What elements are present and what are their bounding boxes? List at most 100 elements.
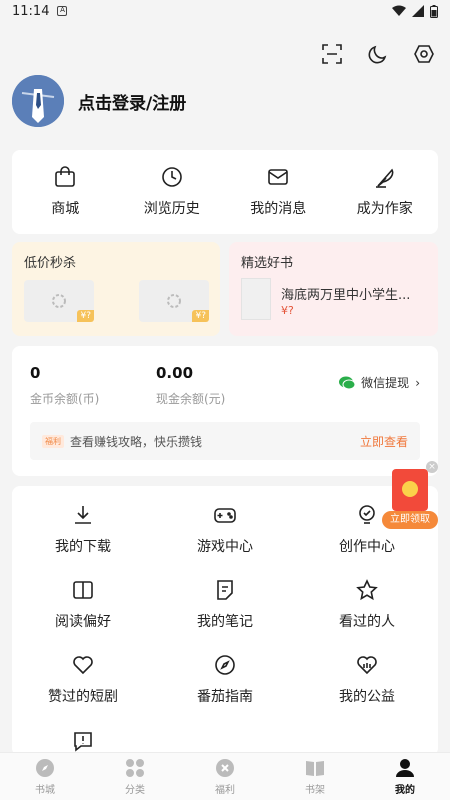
compass-icon: [215, 655, 235, 675]
quick-item-become-writer[interactable]: 成为作家: [332, 150, 439, 234]
tab-bookstore[interactable]: 书城: [0, 753, 90, 800]
night-mode-icon[interactable]: [366, 42, 390, 66]
claim-now-button[interactable]: 立即领取: [382, 511, 438, 529]
view-now-link[interactable]: 立即查看: [360, 433, 408, 450]
red-packet-float[interactable]: 立即领取 ×: [382, 461, 438, 531]
close-icon[interactable]: ×: [426, 461, 438, 473]
tab-label: 书城: [35, 784, 55, 796]
quick-item-label: 浏览历史: [143, 201, 200, 217]
grid-item-label: 番茄指南: [197, 689, 253, 705]
selected-books-title: 精选好书: [241, 256, 294, 271]
grid-item-label: 我的笔记: [197, 614, 253, 630]
login-link[interactable]: 点击登录/注册: [78, 89, 186, 114]
charity-icon: [357, 656, 377, 675]
flash-sale-title: 低价秒杀: [24, 256, 77, 271]
coin-balance-label: 金币余额(币): [30, 392, 100, 406]
feather-icon: [375, 168, 394, 188]
grid-item-feedback[interactable]: [12, 730, 154, 752]
heart-icon: [73, 656, 93, 675]
flash-item-thumb[interactable]: ¥?: [24, 280, 94, 322]
settings-icon[interactable]: [412, 42, 436, 66]
wechat-icon: [339, 376, 356, 389]
gamepad-icon: [214, 508, 236, 523]
note-icon: [217, 580, 233, 600]
flash-sale-card[interactable]: 低价秒杀 ¥? ¥?: [12, 242, 220, 336]
feedback-icon: [74, 732, 92, 752]
selected-books-card[interactable]: 精选好书 海底两万里中小学生... ¥?: [229, 242, 438, 336]
compass-tab-icon: [36, 758, 54, 777]
status-bar: 11:14 A: [0, 0, 450, 22]
book-price: ¥?: [281, 304, 294, 317]
bag-icon: [55, 166, 76, 187]
flash-item-price: ¥?: [192, 310, 209, 322]
tab-label: 书架: [305, 784, 325, 796]
book-cover[interactable]: [241, 278, 271, 320]
wifi-icon: [392, 5, 406, 16]
grid-item-label: 我的公益: [339, 689, 395, 705]
profile-header[interactable]: 点击登录/注册: [12, 75, 186, 127]
tab-label: 分类: [125, 784, 145, 796]
wechat-withdraw-button[interactable]: 微信提现 ›: [339, 374, 420, 391]
cash-balance-label: 现金余额(元): [156, 392, 226, 406]
grid-item-label: 创作中心: [339, 539, 395, 555]
grid-item-label: 赞过的短剧: [48, 689, 118, 705]
tab-bookshelf[interactable]: 书架: [270, 753, 360, 800]
star-icon: [356, 579, 378, 601]
mail-icon: [268, 169, 289, 185]
tab-mine[interactable]: 我的: [360, 753, 450, 800]
gift-tab-icon: [216, 758, 234, 777]
book-open-icon: [73, 581, 93, 599]
quick-item-label: 成为作家: [356, 201, 413, 217]
welfare-badge: 福利: [42, 434, 64, 448]
loading-icon: [167, 294, 181, 308]
scan-icon[interactable]: [320, 42, 344, 66]
bottom-tab-bar: 书城 分类 福利 书架 我的: [0, 752, 450, 800]
grid-item-viewed-people[interactable]: 看过的人: [296, 579, 438, 631]
grid-item-my-charity[interactable]: 我的公益: [296, 654, 438, 706]
quick-item-history[interactable]: 浏览历史: [119, 150, 226, 234]
grid-item-label: 我的下载: [55, 539, 111, 555]
grid-item-label: 阅读偏好: [55, 614, 111, 630]
battery-icon: [430, 4, 438, 18]
feature-grid: 我的下载 游戏中心 创作中心 阅读偏好 我的笔记 看过的人 赞过的短剧 番茄指南…: [12, 486, 438, 756]
download-icon: [75, 506, 91, 524]
signal-icon: [412, 5, 424, 17]
flash-item-price: ¥?: [77, 310, 94, 322]
flash-item-thumb[interactable]: ¥?: [139, 280, 209, 322]
bookshelf-tab-icon: [306, 760, 324, 776]
grid-item-liked-dramas[interactable]: 赞过的短剧: [12, 654, 154, 706]
quick-item-mall[interactable]: 商城: [12, 150, 119, 234]
book-title[interactable]: 海底两万里中小学生...: [281, 284, 431, 303]
chevron-right-icon: ›: [415, 375, 420, 390]
tab-welfare[interactable]: 福利: [180, 753, 270, 800]
avatar[interactable]: [12, 75, 64, 127]
notification-icon: A: [57, 6, 68, 16]
tab-category[interactable]: 分类: [90, 753, 180, 800]
grid-tab-icon: [126, 758, 144, 777]
coin-icon: [402, 481, 418, 497]
person-tab-icon: [396, 758, 414, 777]
grid-item-reading-preference[interactable]: 阅读偏好: [12, 579, 154, 631]
quick-item-label: 商城: [51, 201, 80, 217]
grid-item-my-notes[interactable]: 我的笔记: [154, 579, 296, 631]
quick-actions: 商城 浏览历史 我的消息 成为作家: [12, 150, 438, 234]
quick-item-label: 我的消息: [250, 201, 307, 217]
status-time: 11:14: [12, 3, 50, 19]
cash-balance: 0.00: [156, 364, 194, 382]
loading-icon: [52, 294, 66, 308]
grid-item-tomato-guide[interactable]: 番茄指南: [154, 654, 296, 706]
earning-tip-bar[interactable]: 福利 查看赚钱攻略，快乐攒钱 立即查看: [30, 422, 420, 460]
grid-item-game-center[interactable]: 游戏中心: [154, 504, 296, 556]
coin-balance: 0: [30, 364, 41, 382]
quick-item-messages[interactable]: 我的消息: [225, 150, 332, 234]
wallet-card: 0 金币余额(币) 0.00 现金余额(元) 微信提现 › 福利 查看赚钱攻略，…: [12, 346, 438, 476]
tab-label: 福利: [215, 784, 235, 796]
tip-text: 查看赚钱攻略，快乐攒钱: [70, 434, 203, 449]
withdraw-label: 微信提现: [361, 376, 410, 390]
tab-label: 我的: [395, 784, 415, 796]
grid-item-downloads[interactable]: 我的下载: [12, 504, 154, 556]
bulb-icon: [359, 505, 375, 524]
grid-item-label: 游戏中心: [197, 539, 253, 555]
grid-item-label: 看过的人: [339, 614, 395, 630]
clock-icon: [161, 167, 182, 187]
